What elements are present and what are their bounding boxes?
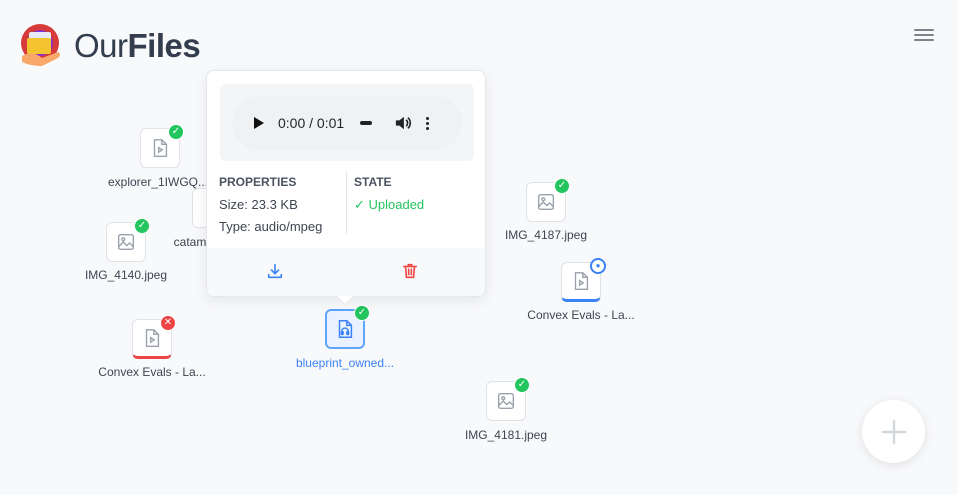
more-options-icon[interactable] bbox=[426, 116, 430, 130]
player-time: 0:00 / 0:01 bbox=[278, 115, 345, 131]
audio-player-container: 0:00 / 0:01 bbox=[220, 84, 474, 161]
menu-icon[interactable] bbox=[914, 26, 934, 44]
download-icon[interactable] bbox=[266, 262, 284, 280]
download-button[interactable] bbox=[266, 262, 286, 282]
uploaded-check-icon: ✓ bbox=[168, 124, 184, 140]
delete-button[interactable] bbox=[401, 262, 421, 282]
state-section: STATE ✓ Uploaded bbox=[354, 175, 424, 213]
trash-icon[interactable] bbox=[401, 262, 419, 280]
uploaded-check-icon: ✓ bbox=[354, 305, 370, 321]
file-size: Size: 23.3 KB bbox=[219, 197, 298, 212]
app-title: OurFiles bbox=[74, 27, 201, 64]
state-heading: STATE bbox=[354, 175, 392, 189]
file-details-popover: 0:00 / 0:01 PROPERTIES Size: 23.3 KB Typ… bbox=[206, 70, 486, 306]
file-name: Convex Evals - La... bbox=[527, 308, 635, 322]
uploaded-check-icon: ✓ bbox=[134, 218, 150, 234]
file-name: Convex Evals - La... bbox=[98, 365, 206, 379]
file-name: explorer_1IWGQ... bbox=[107, 175, 209, 189]
progress-slider[interactable] bbox=[360, 121, 373, 125]
uploaded-check-icon: ✓ bbox=[514, 377, 530, 393]
volume-icon[interactable] bbox=[394, 115, 412, 131]
logo-icon bbox=[21, 24, 60, 66]
file-name: IMG_4187.jpeg bbox=[504, 228, 588, 242]
popover-actions bbox=[207, 248, 485, 296]
plus-icon[interactable] bbox=[880, 418, 908, 446]
properties-heading: PROPERTIES bbox=[219, 175, 297, 189]
file-name: catam bbox=[173, 235, 207, 249]
file-name: IMG_4140.jpeg bbox=[84, 268, 168, 282]
divider bbox=[346, 171, 347, 234]
play-icon[interactable] bbox=[254, 117, 264, 129]
state-value: ✓ Uploaded bbox=[354, 197, 425, 212]
app-logo: OurFiles bbox=[18, 22, 201, 70]
properties-section: PROPERTIES Size: 23.3 KB Type: audio/mpe… bbox=[219, 175, 322, 241]
file-name: blueprint_owned... bbox=[295, 356, 395, 370]
audio-player[interactable]: 0:00 / 0:01 bbox=[232, 96, 462, 150]
uploading-spinner-icon: ● bbox=[590, 258, 606, 274]
uploaded-check-icon: ✓ bbox=[554, 178, 570, 194]
file-type: Type: audio/mpeg bbox=[219, 219, 323, 234]
error-x-icon: ✕ bbox=[160, 315, 176, 331]
add-file-button[interactable] bbox=[862, 400, 925, 463]
file-name: IMG_4181.jpeg bbox=[464, 428, 548, 442]
